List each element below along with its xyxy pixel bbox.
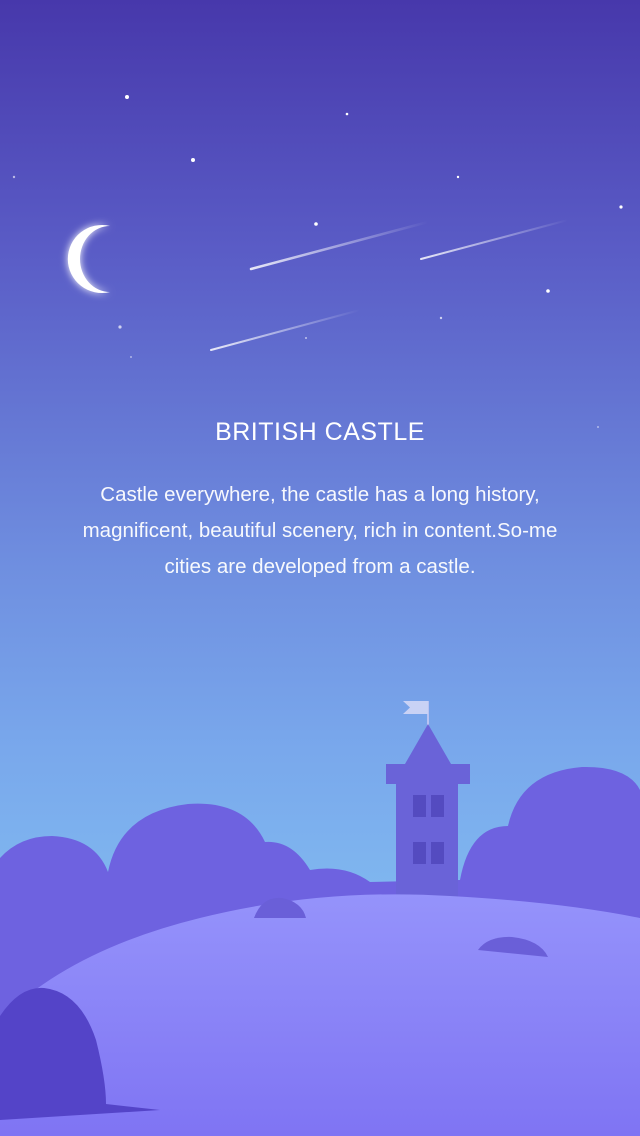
- star: [118, 325, 122, 329]
- star: [619, 205, 623, 209]
- star: [456, 175, 460, 179]
- star: [125, 95, 129, 99]
- shooting-star: [420, 219, 569, 260]
- page-title: BRITISH CASTLE: [215, 418, 425, 446]
- shooting-star: [210, 309, 361, 351]
- star: [191, 158, 195, 162]
- description-text: Castle everywhere, the castle has a long…: [82, 483, 558, 578]
- intro-text-block: BRITISH CASTLE Castle everywhere, the ca…: [60, 418, 580, 585]
- shooting-stars: [210, 219, 569, 351]
- tower-window: [413, 795, 426, 817]
- tower-window: [413, 842, 426, 864]
- star: [12, 175, 16, 179]
- stars: [12, 95, 623, 428]
- star: [305, 337, 307, 339]
- tower-window: [431, 795, 444, 817]
- star: [314, 222, 318, 226]
- splash-screen: BRITISH CASTLE Castle everywhere, the ca…: [0, 0, 640, 1136]
- flag-icon: [403, 701, 428, 714]
- tower-battlement: [386, 764, 470, 784]
- castle-tower: [386, 701, 470, 916]
- shooting-star: [249, 220, 430, 271]
- moon-icon: [67, 224, 110, 293]
- star: [345, 112, 349, 116]
- star: [439, 316, 443, 320]
- star: [130, 356, 132, 358]
- star: [546, 289, 550, 293]
- tower-window: [431, 842, 444, 864]
- star: [597, 426, 599, 428]
- tower-roof: [405, 724, 451, 764]
